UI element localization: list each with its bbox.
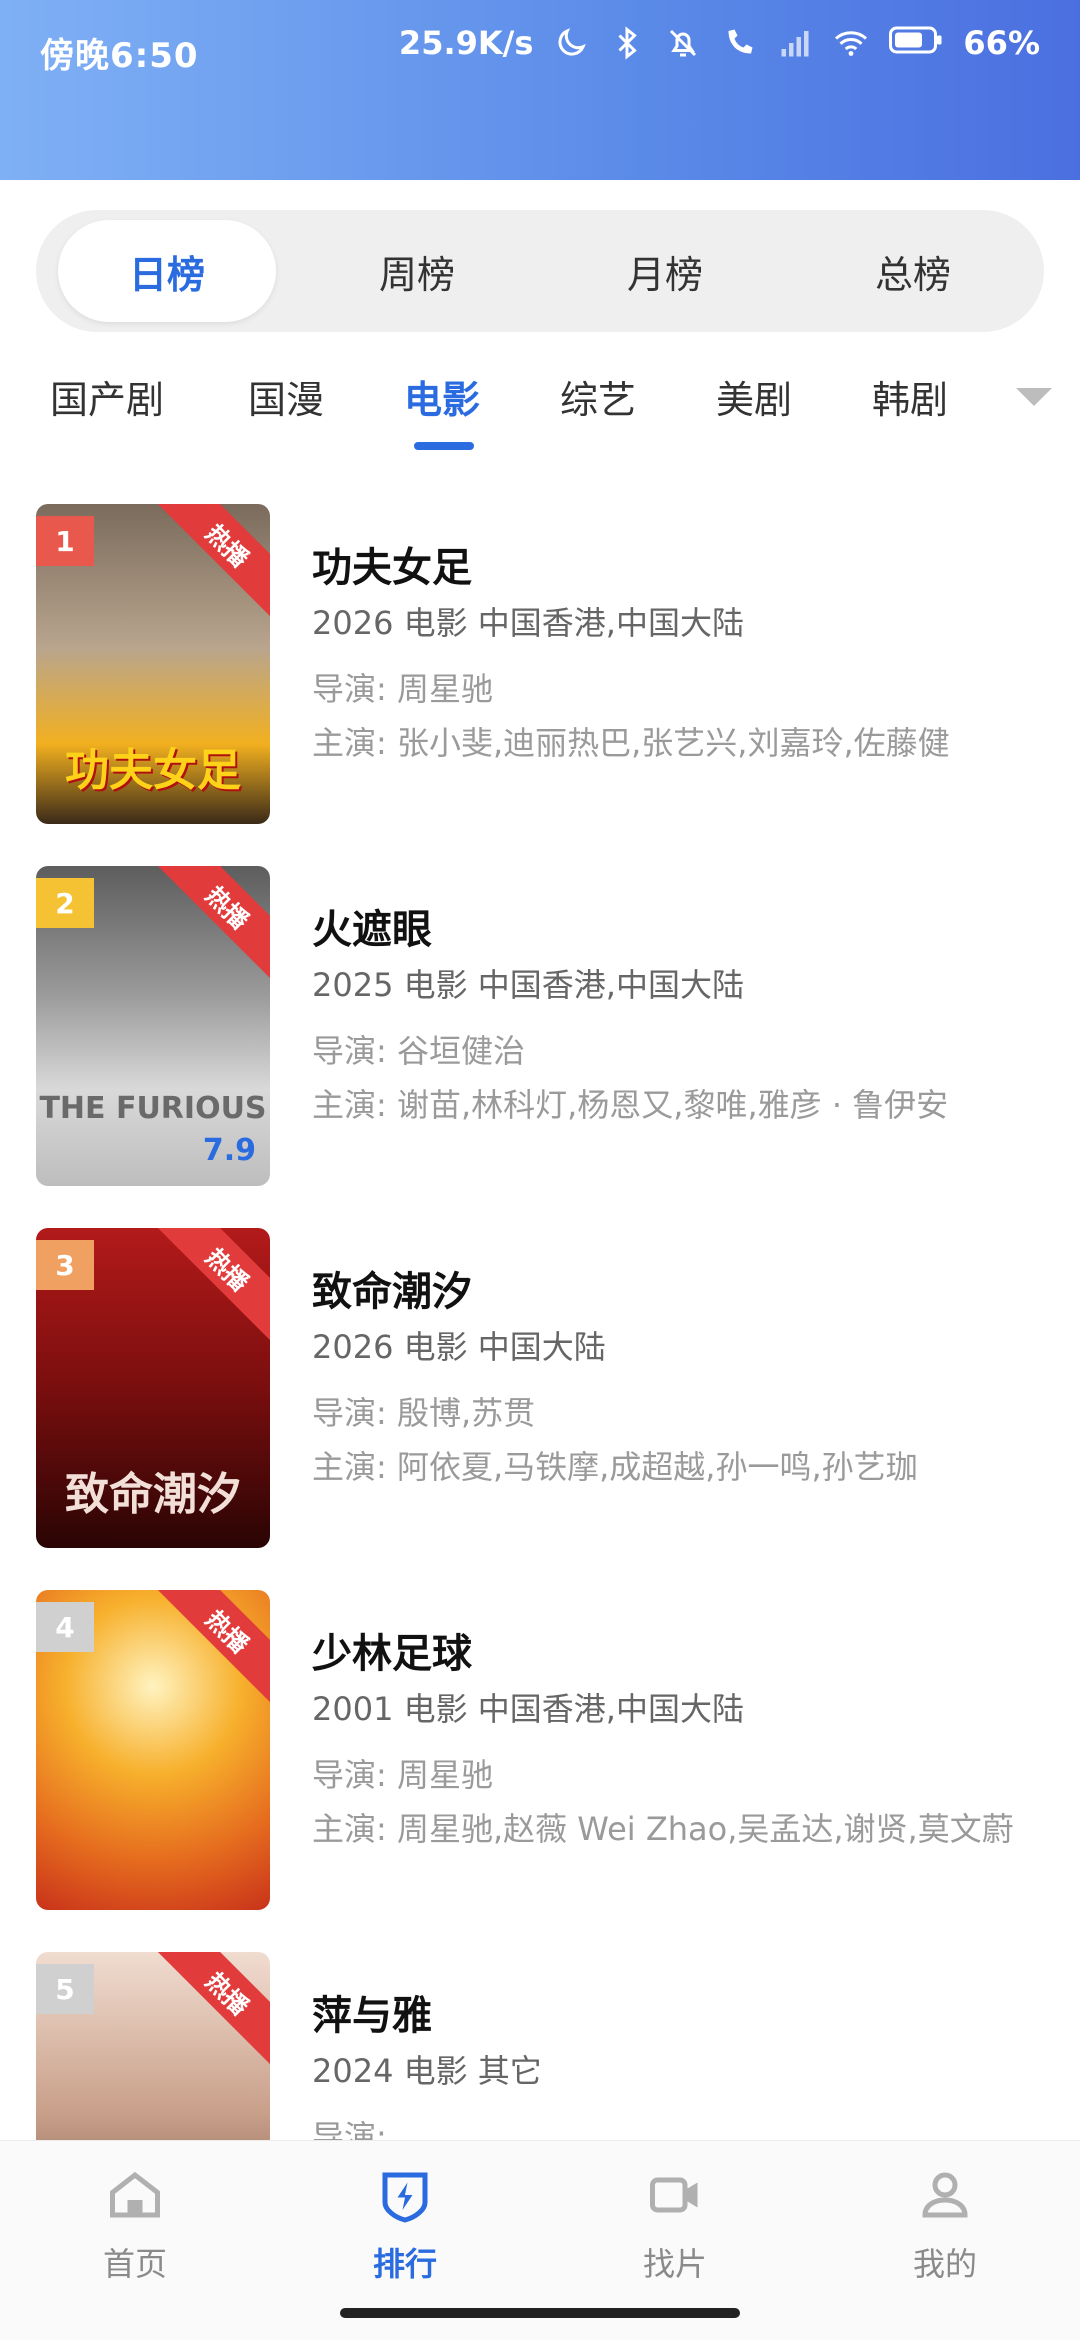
category-tab-variety[interactable]: 综艺 bbox=[560, 370, 636, 430]
category-tab-us-drama[interactable]: 美剧 bbox=[716, 370, 792, 430]
item-meta: 2026 电影 中国香港,中国大陆 bbox=[312, 604, 744, 642]
hot-badge: 热播 bbox=[153, 866, 270, 982]
ranking-list: 1 热播 功夫女足 功夫女足 2026 电影 中国香港,中国大陆 导演: 周星驰… bbox=[0, 500, 1080, 2140]
category-tabs: 国产剧 国漫 电影 综艺 美剧 韩剧 bbox=[0, 370, 1080, 450]
home-indicator bbox=[340, 2308, 740, 2318]
item-director: 导演: 谷垣健治 bbox=[312, 1032, 525, 1070]
ranking-icon bbox=[375, 2165, 435, 2229]
list-item[interactable]: 2 热播 THE FURIOUS 7.9 火遮眼 2025 电影 中国香港,中国… bbox=[0, 862, 1080, 1192]
hot-badge: 热播 bbox=[153, 1590, 270, 1706]
category-tab-domestic-drama[interactable]: 国产剧 bbox=[50, 370, 164, 430]
nav-label: 找片 bbox=[642, 2245, 707, 2283]
net-speed: 25.9K/s bbox=[398, 24, 534, 62]
poster-image[interactable]: 1 热播 功夫女足 bbox=[36, 504, 270, 824]
poster-title: 功夫女足 bbox=[65, 745, 241, 796]
item-cast: 主演: 张小斐,迪丽热巴,张艺兴,刘嘉玲,佐藤健 bbox=[312, 724, 950, 762]
rank-badge: 2 bbox=[36, 878, 94, 928]
bluetooth-icon bbox=[609, 25, 645, 61]
nav-label: 我的 bbox=[912, 2245, 977, 2283]
item-title[interactable]: 火遮眼 bbox=[312, 902, 1052, 958]
nav-find[interactable]: 找片 bbox=[540, 2165, 810, 2295]
tab-monthly[interactable]: 月榜 bbox=[556, 220, 774, 322]
battery-percent: 66% bbox=[963, 24, 1040, 62]
poster-image[interactable]: 3 热播 致命潮汐 bbox=[36, 1228, 270, 1548]
tab-weekly[interactable]: 周榜 bbox=[308, 220, 526, 322]
home-icon bbox=[105, 2165, 165, 2229]
profile-icon bbox=[915, 2165, 975, 2229]
call-icon bbox=[721, 25, 757, 61]
list-item[interactable]: 1 热播 功夫女足 功夫女足 2026 电影 中国香港,中国大陆 导演: 周星驰… bbox=[0, 500, 1080, 830]
item-director: 导演: ... bbox=[312, 2118, 428, 2140]
item-meta: 2001 电影 中国香港,中国大陆 bbox=[312, 1690, 744, 1728]
video-camera-icon bbox=[645, 2165, 705, 2229]
rank-badge: 1 bbox=[36, 516, 94, 566]
item-director: 导演: 周星驰 bbox=[312, 1756, 493, 1794]
item-meta: 2026 电影 中国大陆 bbox=[312, 1328, 606, 1366]
nav-me[interactable]: 我的 bbox=[810, 2165, 1080, 2295]
rank-badge: 5 bbox=[36, 1964, 94, 2014]
list-item[interactable]: 4 热播 少林足球 2001 电影 中国香港,中国大陆 导演: 周星驰 主演: … bbox=[0, 1586, 1080, 1916]
nav-ranking[interactable]: 排行 bbox=[270, 2165, 540, 2295]
item-meta: 2025 电影 中国香港,中国大陆 bbox=[312, 966, 744, 1004]
rank-badge: 4 bbox=[36, 1602, 94, 1652]
moon-icon bbox=[553, 25, 589, 61]
hot-badge: 热播 bbox=[153, 1952, 270, 2068]
nav-label: 首页 bbox=[102, 2245, 167, 2283]
item-meta: 2024 电影 其它 bbox=[312, 2052, 542, 2090]
item-cast: 主演: 谢苗,林科灯,杨恩又,黎唯,雅彦 · 鲁伊安 bbox=[312, 1086, 949, 1124]
item-director: 导演: 殷博,苏贯 bbox=[312, 1394, 536, 1432]
list-item[interactable]: 5 热播 萍与雅 2024 电影 其它 导演: ... bbox=[0, 1948, 1080, 2140]
poster-image[interactable]: 5 热播 bbox=[36, 1952, 270, 2140]
status-bar: 傍晚6:50 25.9K/s 66% bbox=[0, 0, 1080, 180]
nav-home[interactable]: 首页 bbox=[0, 2165, 270, 2295]
item-title[interactable]: 少林足球 bbox=[312, 1626, 1052, 1682]
item-title[interactable]: 致命潮汐 bbox=[312, 1264, 1052, 1320]
status-icons: 25.9K/s 66% bbox=[399, 24, 1040, 62]
hot-badge: 热播 bbox=[153, 504, 270, 620]
item-director: 导演: 周星驰 bbox=[312, 670, 493, 708]
tab-total[interactable]: 总榜 bbox=[804, 220, 1022, 322]
list-item[interactable]: 3 热播 致命潮汐 致命潮汐 2026 电影 中国大陆 导演: 殷博,苏贯 主演… bbox=[0, 1224, 1080, 1554]
category-tab-korean-drama[interactable]: 韩剧 bbox=[872, 370, 948, 430]
status-time: 傍晚6:50 bbox=[40, 36, 199, 76]
wifi-icon bbox=[833, 25, 869, 61]
hot-badge: 热播 bbox=[153, 1228, 270, 1344]
battery-icon bbox=[889, 25, 943, 61]
item-cast: 主演: 周星驰,赵薇 Wei Zhao,吴孟达,谢贤,莫文蔚 bbox=[312, 1810, 1014, 1848]
poster-image[interactable]: 2 热播 THE FURIOUS 7.9 bbox=[36, 866, 270, 1186]
category-tab-anime[interactable]: 国漫 bbox=[248, 370, 324, 430]
item-cast: 主演: 阿依夏,马铁摩,成超越,孙一鸣,孙艺珈 bbox=[312, 1448, 918, 1486]
nav-label: 排行 bbox=[372, 2245, 437, 2283]
category-tab-movie[interactable]: 电影 bbox=[404, 370, 480, 430]
tab-daily[interactable]: 日榜 bbox=[58, 220, 276, 322]
period-tabs: 日榜 周榜 月榜 总榜 bbox=[36, 210, 1044, 332]
poster-score: 7.9 bbox=[202, 1133, 256, 1168]
expand-categories-icon[interactable] bbox=[1016, 388, 1052, 406]
poster-image[interactable]: 4 热播 bbox=[36, 1590, 270, 1910]
item-title[interactable]: 功夫女足 bbox=[312, 540, 1052, 596]
item-title[interactable]: 萍与雅 bbox=[312, 1988, 1052, 2044]
active-tab-indicator bbox=[414, 442, 474, 450]
poster-title: THE FURIOUS bbox=[39, 1091, 267, 1126]
mute-bell-icon bbox=[665, 25, 701, 61]
rank-badge: 3 bbox=[36, 1240, 94, 1290]
signal-icon bbox=[777, 25, 813, 61]
poster-title: 致命潮汐 bbox=[65, 1469, 241, 1520]
